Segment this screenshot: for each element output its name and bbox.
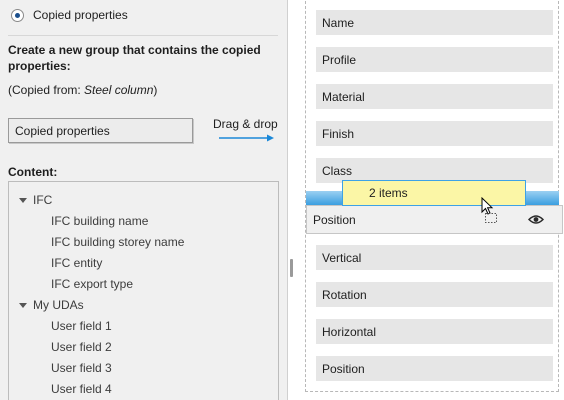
tree-item[interactable]: User field 1 (51, 317, 112, 335)
tree-item-label: User field 1 (51, 319, 112, 333)
radio-label: Copied properties (33, 8, 128, 22)
tree-item[interactable]: IFC export type (51, 275, 133, 293)
tree-item-my-udas[interactable]: My UDAs (19, 296, 84, 314)
dragged-row-label: Position (313, 212, 356, 227)
tree-item[interactable]: User field 2 (51, 338, 112, 356)
splitter-grip-icon[interactable] (290, 259, 293, 277)
caret-down-icon[interactable] (19, 197, 27, 203)
property-item-rotation[interactable]: Rotation (316, 282, 553, 307)
panel-splitter[interactable] (287, 0, 305, 400)
tree-item-label: User field 4 (51, 382, 112, 396)
property-label: Position (322, 361, 365, 376)
tree-item[interactable]: User field 3 (51, 359, 112, 377)
tree-item[interactable]: IFC building storey name (51, 233, 184, 251)
tree-item-label: User field 2 (51, 340, 112, 354)
tree-item-label: My UDAs (33, 298, 84, 312)
property-label: Finish (322, 126, 355, 141)
property-item-name[interactable]: Name (316, 10, 553, 35)
property-item-position[interactable]: Position (316, 356, 553, 381)
property-item-vertical[interactable]: Vertical (316, 245, 553, 270)
tree-item-ifc[interactable]: IFC (19, 191, 52, 209)
tree-item[interactable]: User field 4 (51, 380, 112, 398)
property-label: Material (322, 89, 365, 104)
content-tree[interactable]: IFC IFC building name IFC building store… (8, 181, 279, 400)
tree-item-label: IFC entity (51, 256, 103, 270)
copied-from-text: (Copied from: Steel column) (8, 82, 157, 98)
property-label: Profile (322, 52, 357, 67)
property-item-profile[interactable]: Profile (316, 47, 553, 72)
left-panel: Copied properties Create a new group tha… (0, 0, 287, 400)
tree-item-label: IFC building name (51, 214, 149, 228)
drag-drop-label: Drag & drop (213, 117, 278, 131)
copied-from-source: Steel column (84, 83, 154, 97)
divider (8, 35, 278, 36)
tree-item[interactable]: IFC entity (51, 254, 102, 272)
description-text: Create a new group that contains the cop… (8, 43, 261, 73)
property-label: Vertical (322, 250, 362, 265)
tree-item-label: IFC building storey name (51, 235, 185, 249)
copied-properties-option[interactable]: Copied properties (11, 7, 128, 23)
dragged-row[interactable]: Position (306, 205, 563, 234)
property-item-horizontal[interactable]: Horizontal (316, 319, 553, 344)
property-item-finish[interactable]: Finish (316, 121, 553, 146)
tree-item-label: IFC export type (51, 277, 134, 291)
property-label: Rotation (322, 287, 367, 302)
group-name-input[interactable] (8, 118, 193, 143)
property-label: Class (322, 163, 353, 178)
content-label: Content: (8, 165, 58, 179)
property-label: Horizontal (322, 324, 377, 339)
drag-tooltip-label: 2 items (369, 186, 408, 200)
radio-selected-icon[interactable] (11, 8, 24, 22)
property-item-material[interactable]: Material (316, 84, 553, 109)
tree-item-label: IFC (33, 193, 53, 207)
property-label: Name (322, 15, 355, 30)
copied-from-prefix: (Copied from: (8, 83, 85, 97)
tree-item-label: User field 3 (51, 361, 112, 375)
arrow-right-icon (219, 134, 274, 142)
copied-from-suffix: ) (153, 83, 158, 97)
eye-icon[interactable] (528, 214, 544, 225)
drag-cursor-icon (481, 197, 497, 223)
tree-item[interactable]: IFC building name (51, 212, 148, 230)
caret-down-icon[interactable] (19, 302, 27, 308)
